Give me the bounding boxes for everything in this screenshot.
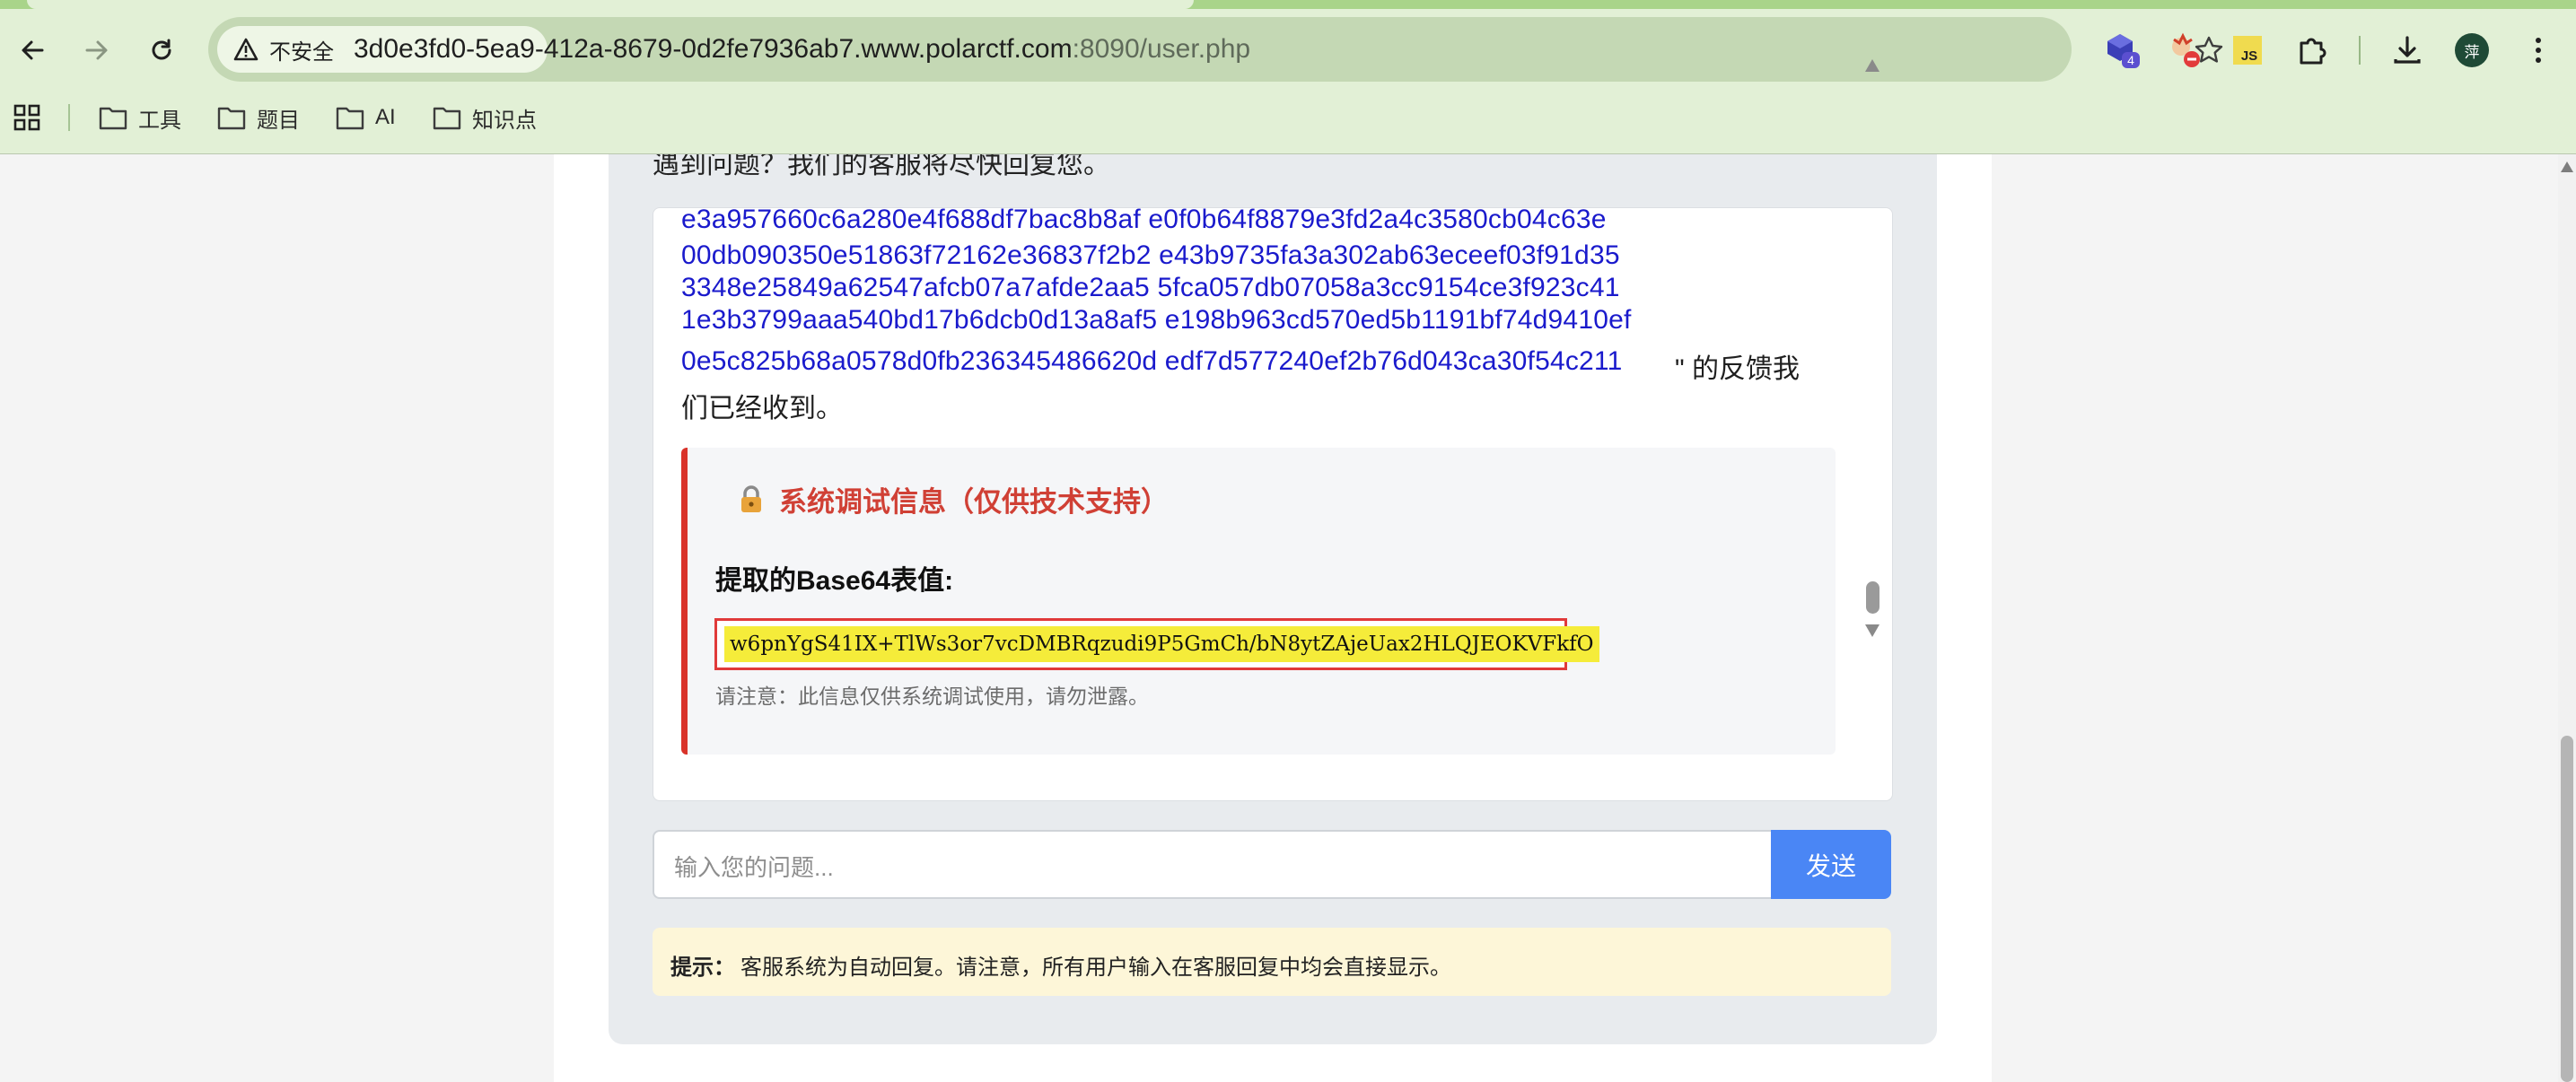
- bookmark-folder-tools[interactable]: 工具: [99, 100, 181, 135]
- send-button[interactable]: 发送: [1771, 830, 1891, 899]
- address-bar[interactable]: 不安全 3d0e3fd0-5ea9-412a-8679-0d2fe7936ab7…: [208, 17, 2223, 82]
- url-path: :8090/user.php: [1072, 34, 1251, 64]
- js-extension-label: JS: [2241, 48, 2257, 64]
- tip-banner: 提示： 客服系统为自动回复。请注意，所有用户输入在客服回复中均会直接显示。: [653, 928, 1891, 996]
- base64-value-box: w6pnYgS41IX+TlWs3or7vcDMBRqzudi9P5GmCh/b…: [714, 618, 1599, 670]
- hash-line: 00db090350e51863f72162e36837f2b2 e43b973…: [681, 240, 1620, 270]
- back-button[interactable]: [14, 32, 50, 68]
- extension-js-button[interactable]: JS: [2228, 31, 2267, 70]
- bookmark-label: 知识点: [472, 108, 537, 133]
- received-text: 们已经收到。: [681, 394, 843, 423]
- folder-icon: [99, 107, 127, 130]
- debug-note: 请注意：此信息仅供系统调试使用，请勿泄露。: [715, 685, 1149, 708]
- bookmarks-bar: 工具 题目 AI 知识点: [0, 93, 2576, 138]
- lock-icon: [736, 484, 767, 515]
- reload-icon: [152, 39, 171, 60]
- base64-value: w6pnYgS41IX+TlWs3or7vcDMBRqzudi9P5GmCh/b…: [724, 626, 1599, 662]
- apps-button[interactable]: [13, 100, 41, 135]
- bookmark-label: 题目: [257, 108, 300, 133]
- extension-cube-button[interactable]: 4: [2102, 31, 2142, 70]
- chat-scroll-up-arrow[interactable]: [1865, 59, 1879, 72]
- extension-badge-count: 4: [2127, 53, 2134, 67]
- tip-text: 客服系统为自动回复。请注意，所有用户输入在客服回复中均会直接显示。: [740, 955, 1451, 980]
- javascript-extension-icon: JS: [2233, 36, 2262, 65]
- page-scrollbar-thumb[interactable]: [2561, 736, 2573, 1082]
- hash-line: 1e3b3799aaa540bd17b6dcb0d13a8af5 e198b96…: [681, 305, 1632, 335]
- page-scroll-up-arrow[interactable]: [2561, 161, 2573, 172]
- extensions-menu-button[interactable]: [2292, 31, 2332, 70]
- folder-icon: [433, 107, 461, 130]
- warning-icon: [233, 38, 258, 61]
- bookmark-divider: [68, 104, 70, 131]
- hash-line: e3a957660c6a280e4f688df7bac8b8af e0f0b64…: [681, 205, 1607, 234]
- profile-button[interactable]: 萍: [2452, 31, 2492, 70]
- folder-icon: [217, 107, 246, 130]
- bookmark-folder-problems[interactable]: 题目: [217, 100, 300, 135]
- extension-bird-button[interactable]: [2165, 31, 2204, 70]
- reload-button[interactable]: [144, 32, 180, 68]
- chat-scroll-down-arrow[interactable]: [1865, 624, 1879, 637]
- tip-label: 提示：: [670, 955, 735, 980]
- debug-title: 系统调试信息（仅供技术支持）: [736, 479, 1169, 519]
- bookmark-label: 工具: [138, 108, 181, 133]
- url-host: 3d0e3fd0-5ea9-412a-8679-0d2fe7936ab7.www…: [354, 34, 1073, 64]
- puzzle-icon: [2300, 38, 2326, 65]
- active-tab[interactable]: [27, 0, 1194, 9]
- avatar: 萍: [2455, 33, 2489, 67]
- cube-extension-icon: 4: [2107, 34, 2140, 68]
- base64-label: 提取的Base64表值:: [715, 566, 954, 596]
- forward-button[interactable]: [79, 32, 115, 68]
- browser-chrome: 不安全 3d0e3fd0-5ea9-412a-8679-0d2fe7936ab7…: [0, 0, 2576, 154]
- download-icon: [2394, 36, 2421, 64]
- question-input[interactable]: 输入您的问题...: [653, 830, 1773, 899]
- bookmark-folder-ai[interactable]: AI: [336, 100, 396, 135]
- browser-menu-button[interactable]: [2519, 31, 2558, 70]
- hash-suffix-text: " 的反馈我: [1675, 354, 1800, 384]
- page-viewport: 遇到问题？我们的客服将尽快回复您。 e3a957660c6a280e4f688d…: [0, 154, 2576, 1082]
- question-input-placeholder: 输入您的问题...: [674, 854, 834, 881]
- arrow-right-icon: [85, 40, 108, 60]
- hash-line: 0e5c825b68a0578d0fb236345486620d edf7d57…: [681, 346, 1623, 376]
- bookmark-folder-knowledge[interactable]: 知识点: [433, 100, 537, 135]
- url-text[interactable]: 3d0e3fd0-5ea9-412a-8679-0d2fe7936ab7.www…: [354, 34, 1250, 65]
- downloads-button[interactable]: [2388, 31, 2427, 70]
- debug-title-text: 系统调试信息（仅供技术支持）: [779, 486, 1169, 518]
- support-intro-text: 遇到问题？我们的客服将尽快回复您。: [653, 154, 1110, 179]
- bookmark-label: AI: [375, 105, 396, 129]
- kebab-menu-icon: [2536, 38, 2541, 63]
- hash-line: 3348e25849a62547afcb07a7afde2aa5 5fca057…: [681, 273, 1620, 302]
- apps-grid-icon: [13, 104, 40, 131]
- chat-scrollbar-thumb[interactable]: [1866, 581, 1879, 614]
- arrow-left-icon: [22, 40, 44, 60]
- folder-icon: [336, 107, 364, 130]
- security-label: 不安全: [269, 39, 334, 65]
- toolbar-divider: [2359, 36, 2361, 65]
- bird-extension-icon: [2172, 32, 2200, 67]
